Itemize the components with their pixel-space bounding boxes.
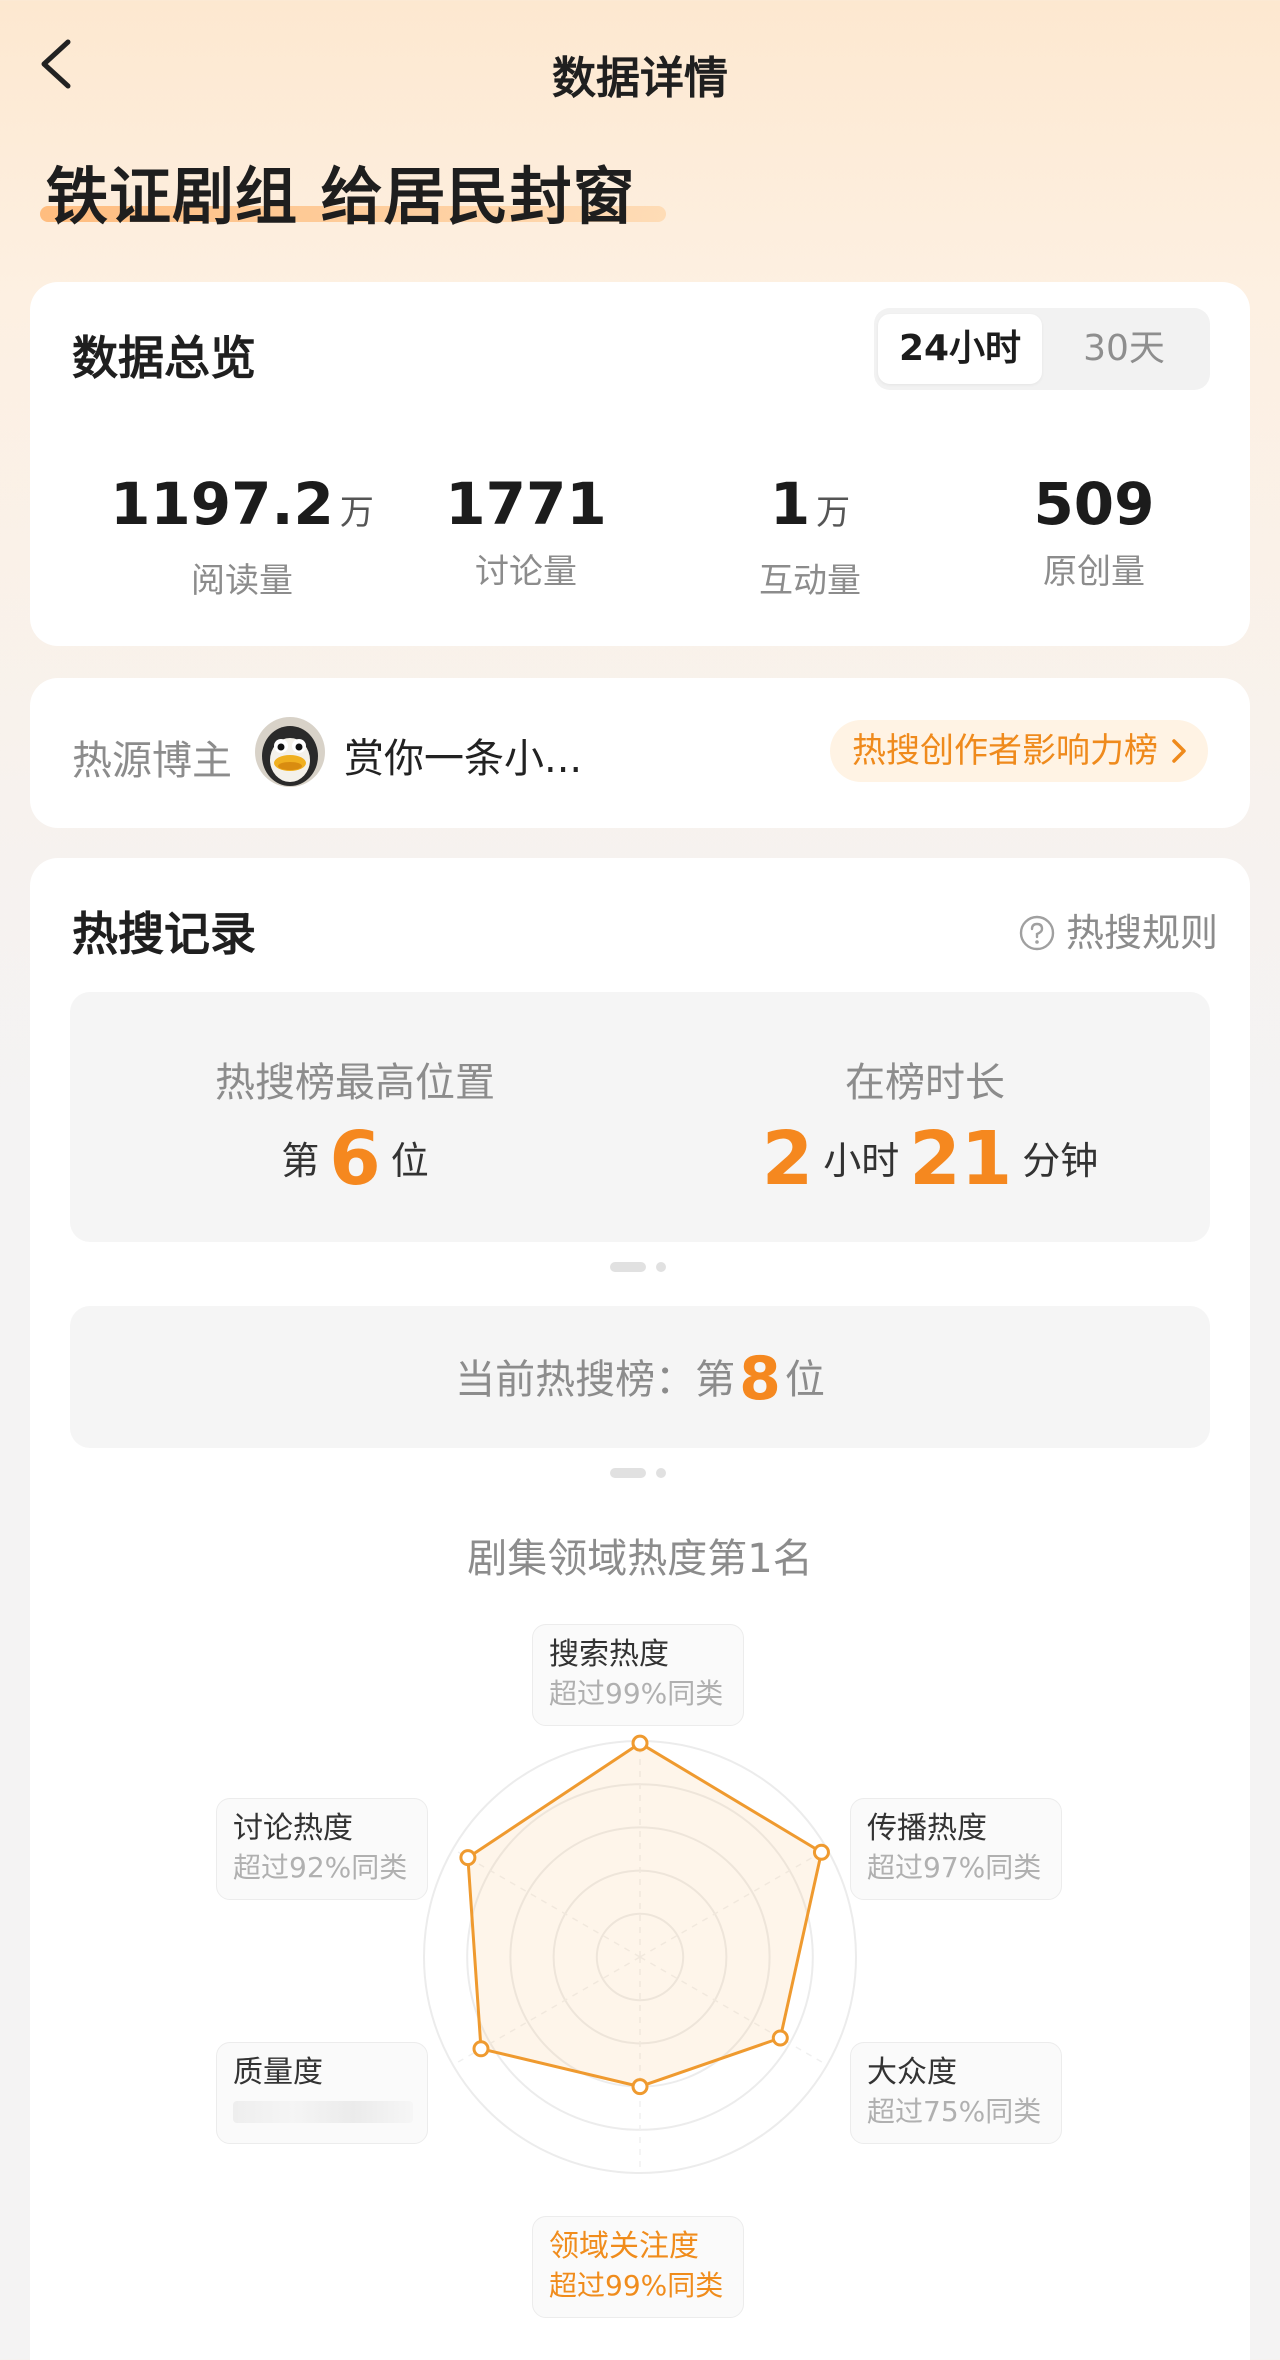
nav-bar: 数据详情 <box>0 0 1280 136</box>
stat-discussions-value: 1771 <box>445 470 607 538</box>
radar-point-4 <box>472 2040 490 2058</box>
stat-originals: 509 原创量 <box>944 472 1244 593</box>
creator-rank-link[interactable]: 热搜创作者影响力榜 <box>830 720 1208 782</box>
stat-reads-value: 1197.2 <box>110 470 334 538</box>
radar-point-0 <box>631 1734 649 1752</box>
overview-title: 数据总览 <box>72 331 256 385</box>
stat-discussions: 1771 讨论量 <box>376 472 676 593</box>
creator-rank-label: 热搜创作者影响力榜 <box>852 731 1158 771</box>
radar-point-5 <box>459 1849 477 1867</box>
stat-discussions-label: 讨论量 <box>475 552 577 592</box>
radar-label-search: 搜索热度 超过99%同类 <box>532 1624 744 1726</box>
hot-record-card: 热搜记录 热搜规则 热搜榜最高位置 第6位 在榜时长 2 小时 21 分钟 当前热搜榜… <box>30 858 1250 2360</box>
radar-label-name: 质量度 <box>233 2055 323 2090</box>
radar-label-desc: 超过75%同类 <box>867 2095 1042 2128</box>
stat-interactions-unit: 万 <box>816 493 851 533</box>
radar-point-3 <box>631 2078 649 2096</box>
radar-chart <box>423 1734 857 2174</box>
radar-series-area <box>466 1741 823 2089</box>
radar-label-desc: 超过99%同类 <box>549 2269 724 2302</box>
radar-label-name: 搜索热度 <box>549 1637 669 1672</box>
stat-originals-label: 原创量 <box>1043 552 1145 592</box>
radar-point-2 <box>771 2029 789 2047</box>
stat-interactions: 1万 互动量 <box>660 472 960 602</box>
chevron-right-icon <box>1172 739 1186 763</box>
radar-label-desc: 超过99%同类 <box>549 1677 724 1710</box>
blogger-name[interactable]: 赏你一条小... <box>344 726 582 784</box>
radar-label-domain-attention: 领域关注度 超过99%同类 <box>532 2216 744 2318</box>
topic-title: 铁证剧组 给居民封窗 <box>46 160 636 233</box>
radar-label-desc: 超过97%同类 <box>867 1851 1042 1884</box>
radar-label-name: 领域关注度 <box>549 2229 699 2264</box>
radar-label-desc: 超过92%同类 <box>233 1851 408 1884</box>
radar-label-name: 大众度 <box>867 2055 957 2090</box>
avatar[interactable] <box>254 716 326 788</box>
tab-30d[interactable]: 30天 <box>1042 314 1206 384</box>
stat-interactions-value: 1 <box>769 470 811 538</box>
radar-label-name: 讨论热度 <box>233 1811 353 1846</box>
radar-label-popularity: 大众度 超过75%同类 <box>850 2042 1062 2144</box>
time-range-switch: 24小时 30天 <box>874 308 1210 390</box>
stat-reads-label: 阅读量 <box>191 561 293 601</box>
overview-card: 数据总览 24小时 30天 1197.2 万 阅读量 1771 讨论量 1万 互动… <box>30 282 1250 646</box>
radar-label-discussion: 讨论热度 超过92%同类 <box>216 1798 428 1900</box>
radar-point-1 <box>812 1843 830 1861</box>
stat-reads-unit: 万 <box>339 493 374 533</box>
radar-label-spread: 传播热度 超过97%同类 <box>850 1798 1062 1900</box>
stat-reads: 1197.2 万 阅读量 <box>92 472 392 602</box>
radar-label-name: 传播热度 <box>867 1811 987 1846</box>
stat-interactions-label: 互动量 <box>759 561 861 601</box>
tab-24h[interactable]: 24小时 <box>878 314 1042 384</box>
blurred-value <box>233 2101 413 2123</box>
radar-label-quality: 质量度 <box>216 2042 428 2144</box>
hot-source-card: 热源博主 赏你一条小... 热搜创作者影响力榜 <box>30 678 1250 828</box>
hot-source-label: 热源博主 <box>72 738 232 784</box>
page-title: 数据详情 <box>552 53 728 104</box>
stat-originals-value: 509 <box>1033 470 1155 538</box>
